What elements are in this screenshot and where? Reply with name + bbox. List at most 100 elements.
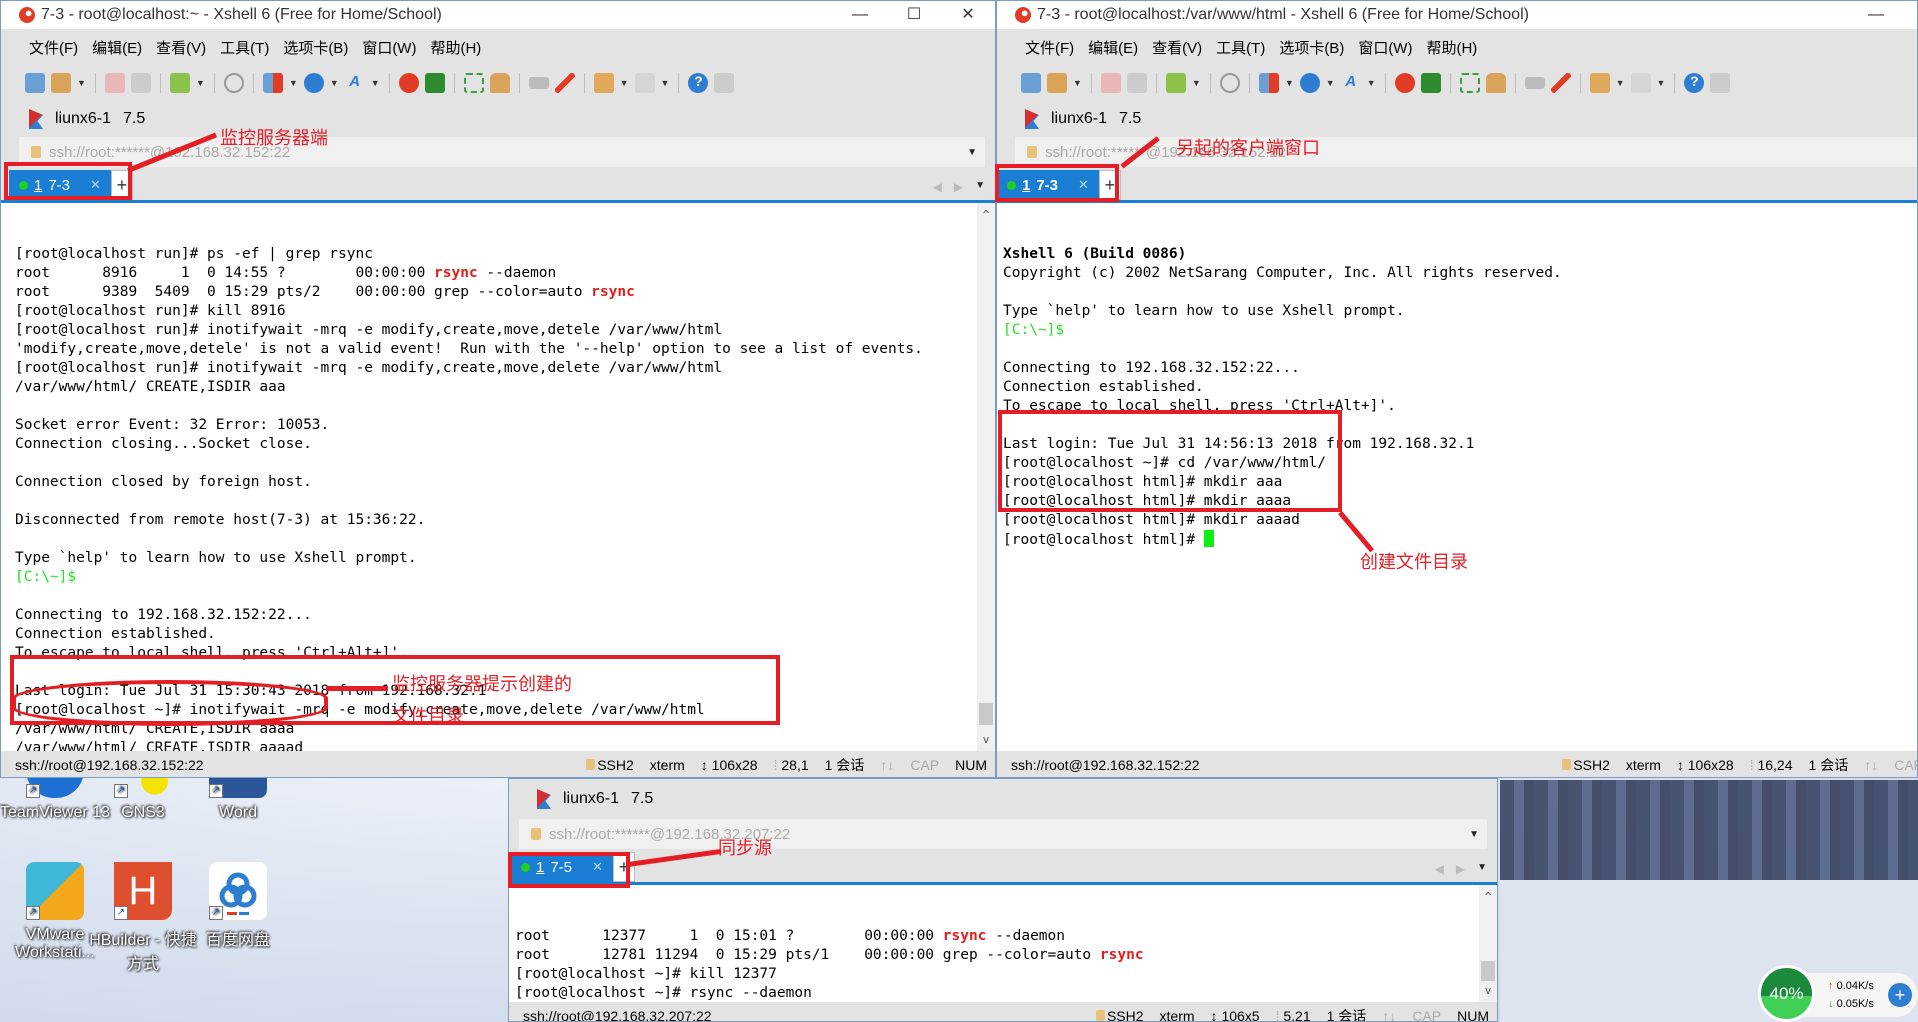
- layout-icon[interactable]: [634, 73, 655, 93]
- keyboard-icon[interactable]: [1524, 77, 1545, 89]
- xftp-icon[interactable]: [424, 73, 445, 93]
- chevron-down-icon[interactable]: ▼: [196, 78, 205, 88]
- reconnect-icon[interactable]: [130, 73, 151, 93]
- chevron-down-icon[interactable]: ▼: [1657, 78, 1666, 88]
- search-icon[interactable]: [223, 73, 244, 93]
- chevron-down-icon[interactable]: ▼: [967, 147, 977, 158]
- globe-icon[interactable]: [1299, 73, 1320, 93]
- new-folder-icon[interactable]: [593, 73, 614, 93]
- session-down-icon[interactable]: ↓: [1389, 1008, 1396, 1021]
- tab-prev-icon[interactable]: ◀: [933, 180, 942, 194]
- scroll-up-icon[interactable]: ^: [977, 205, 995, 224]
- vertical-scrollbar[interactable]: ^ v: [977, 203, 995, 751]
- minimize-button[interactable]: —: [1849, 1, 1903, 29]
- chat-icon[interactable]: [1710, 73, 1731, 93]
- properties-icon[interactable]: [1165, 73, 1186, 93]
- menu-tools[interactable]: 工具(T): [1216, 37, 1265, 58]
- session-down-icon[interactable]: ↓: [887, 757, 894, 773]
- open-folder-icon[interactable]: [51, 73, 71, 93]
- xshell-icon[interactable]: [398, 73, 419, 93]
- memory-usage-ball[interactable]: 40%: [1758, 965, 1815, 1022]
- globe-icon[interactable]: [303, 73, 324, 93]
- scroll-thumb[interactable]: [979, 703, 993, 725]
- disconnect-icon[interactable]: [1100, 73, 1121, 93]
- menu-window[interactable]: 窗口(W): [1358, 37, 1412, 58]
- scroll-down-icon[interactable]: v: [977, 730, 995, 749]
- vertical-scrollbar[interactable]: ^ v: [1479, 885, 1497, 1002]
- tab-list-icon[interactable]: ▼: [1477, 862, 1487, 876]
- chevron-down-icon[interactable]: ▼: [1192, 78, 1201, 88]
- tab-next-icon[interactable]: ▶: [1456, 862, 1465, 876]
- menu-tabs[interactable]: 选项卡(B): [1279, 37, 1344, 58]
- chevron-down-icon[interactable]: ▼: [1469, 829, 1479, 840]
- chevron-down-icon[interactable]: ▼: [1285, 78, 1294, 88]
- tab-next-icon[interactable]: ▶: [954, 180, 963, 194]
- keyboard-icon[interactable]: [528, 77, 549, 89]
- maximize-button[interactable]: ☐: [1903, 1, 1917, 29]
- bookmark-link[interactable]: liunx6-1: [563, 790, 619, 808]
- fullscreen-icon[interactable]: [1459, 73, 1480, 93]
- font-icon[interactable]: A: [1341, 73, 1361, 93]
- maximize-button[interactable]: ☐: [887, 1, 941, 29]
- menu-tools[interactable]: 工具(T): [220, 37, 269, 58]
- reconnect-icon[interactable]: [1126, 73, 1147, 93]
- tab-list-icon[interactable]: ▼: [975, 180, 985, 194]
- xshell-icon[interactable]: [1394, 73, 1415, 93]
- properties-icon[interactable]: [169, 73, 190, 93]
- chevron-down-icon[interactable]: ▼: [371, 78, 380, 88]
- highlight-pen-icon[interactable]: [1550, 73, 1571, 93]
- chevron-down-icon[interactable]: ▼: [77, 78, 86, 88]
- disconnect-icon[interactable]: [104, 73, 125, 93]
- terminal-output[interactable]: root 12377 1 0 15:01 ? 00:00:00 rsync --…: [509, 885, 1497, 1002]
- menu-view[interactable]: 查看(V): [1152, 37, 1202, 58]
- menu-help[interactable]: 帮助(H): [430, 37, 481, 58]
- tab-prev-icon[interactable]: ◀: [1435, 862, 1444, 876]
- bookmark-link[interactable]: 7.5: [123, 110, 145, 128]
- font-icon[interactable]: A: [345, 73, 365, 93]
- fullscreen-icon[interactable]: [463, 73, 484, 93]
- scroll-thumb[interactable]: [1481, 961, 1495, 981]
- desktop-icon-hbuilder[interactable]: H ↗ HBuilder - 快捷方式: [88, 862, 198, 974]
- help-icon[interactable]: ?: [688, 73, 709, 93]
- chevron-down-icon[interactable]: ▼: [330, 78, 339, 88]
- expand-plus-icon[interactable]: +: [1888, 983, 1912, 1007]
- transfer-icon[interactable]: [1258, 73, 1279, 93]
- bookmark-link[interactable]: 7.5: [631, 790, 653, 808]
- network-speed-widget[interactable]: ↑ 0.04K/s ↓ 0.05K/s + 40%: [1758, 965, 1918, 1022]
- menu-edit[interactable]: 编辑(E): [1088, 37, 1138, 58]
- chevron-down-icon[interactable]: ▼: [1326, 78, 1335, 88]
- menu-tabs[interactable]: 选项卡(B): [283, 37, 348, 58]
- lock-icon[interactable]: [1485, 73, 1506, 93]
- menu-view[interactable]: 查看(V): [156, 37, 206, 58]
- help-icon[interactable]: ?: [1684, 73, 1705, 93]
- scroll-down-icon[interactable]: v: [1479, 981, 1497, 1000]
- transfer-icon[interactable]: [262, 73, 283, 93]
- session-down-icon[interactable]: ↓: [1871, 757, 1878, 773]
- address-bar[interactable]: ssh://root:******@192.168.32.207:22 ▼: [519, 819, 1487, 849]
- chevron-down-icon[interactable]: ▼: [1367, 78, 1376, 88]
- layout-icon[interactable]: [1630, 73, 1651, 93]
- close-button[interactable]: ✕: [941, 1, 995, 29]
- menu-file[interactable]: 文件(F): [1025, 37, 1074, 58]
- new-session-icon[interactable]: [1021, 73, 1041, 93]
- desktop-icon-baidu-netdisk[interactable]: ↗ 百度网盘: [183, 862, 293, 950]
- scroll-up-icon[interactable]: ^: [1479, 887, 1497, 906]
- chevron-down-icon[interactable]: ▼: [1616, 78, 1625, 88]
- open-folder-icon[interactable]: [1047, 73, 1067, 93]
- bookmark-link[interactable]: liunx6-1: [55, 110, 111, 128]
- menu-file[interactable]: 文件(F): [29, 37, 78, 58]
- chat-icon[interactable]: [714, 73, 735, 93]
- menu-edit[interactable]: 编辑(E): [92, 37, 142, 58]
- search-icon[interactable]: [1219, 73, 1240, 93]
- menu-help[interactable]: 帮助(H): [1426, 37, 1477, 58]
- bookmark-link[interactable]: 7.5: [1119, 110, 1141, 128]
- minimize-button[interactable]: —: [833, 1, 887, 29]
- lock-icon[interactable]: [489, 73, 510, 93]
- chevron-down-icon[interactable]: ▼: [1073, 78, 1082, 88]
- chevron-down-icon[interactable]: ▼: [620, 78, 629, 88]
- bookmark-link[interactable]: liunx6-1: [1051, 110, 1107, 128]
- menu-window[interactable]: 窗口(W): [362, 37, 416, 58]
- xftp-icon[interactable]: [1420, 73, 1441, 93]
- new-folder-icon[interactable]: [1589, 73, 1610, 93]
- new-session-icon[interactable]: [25, 73, 45, 93]
